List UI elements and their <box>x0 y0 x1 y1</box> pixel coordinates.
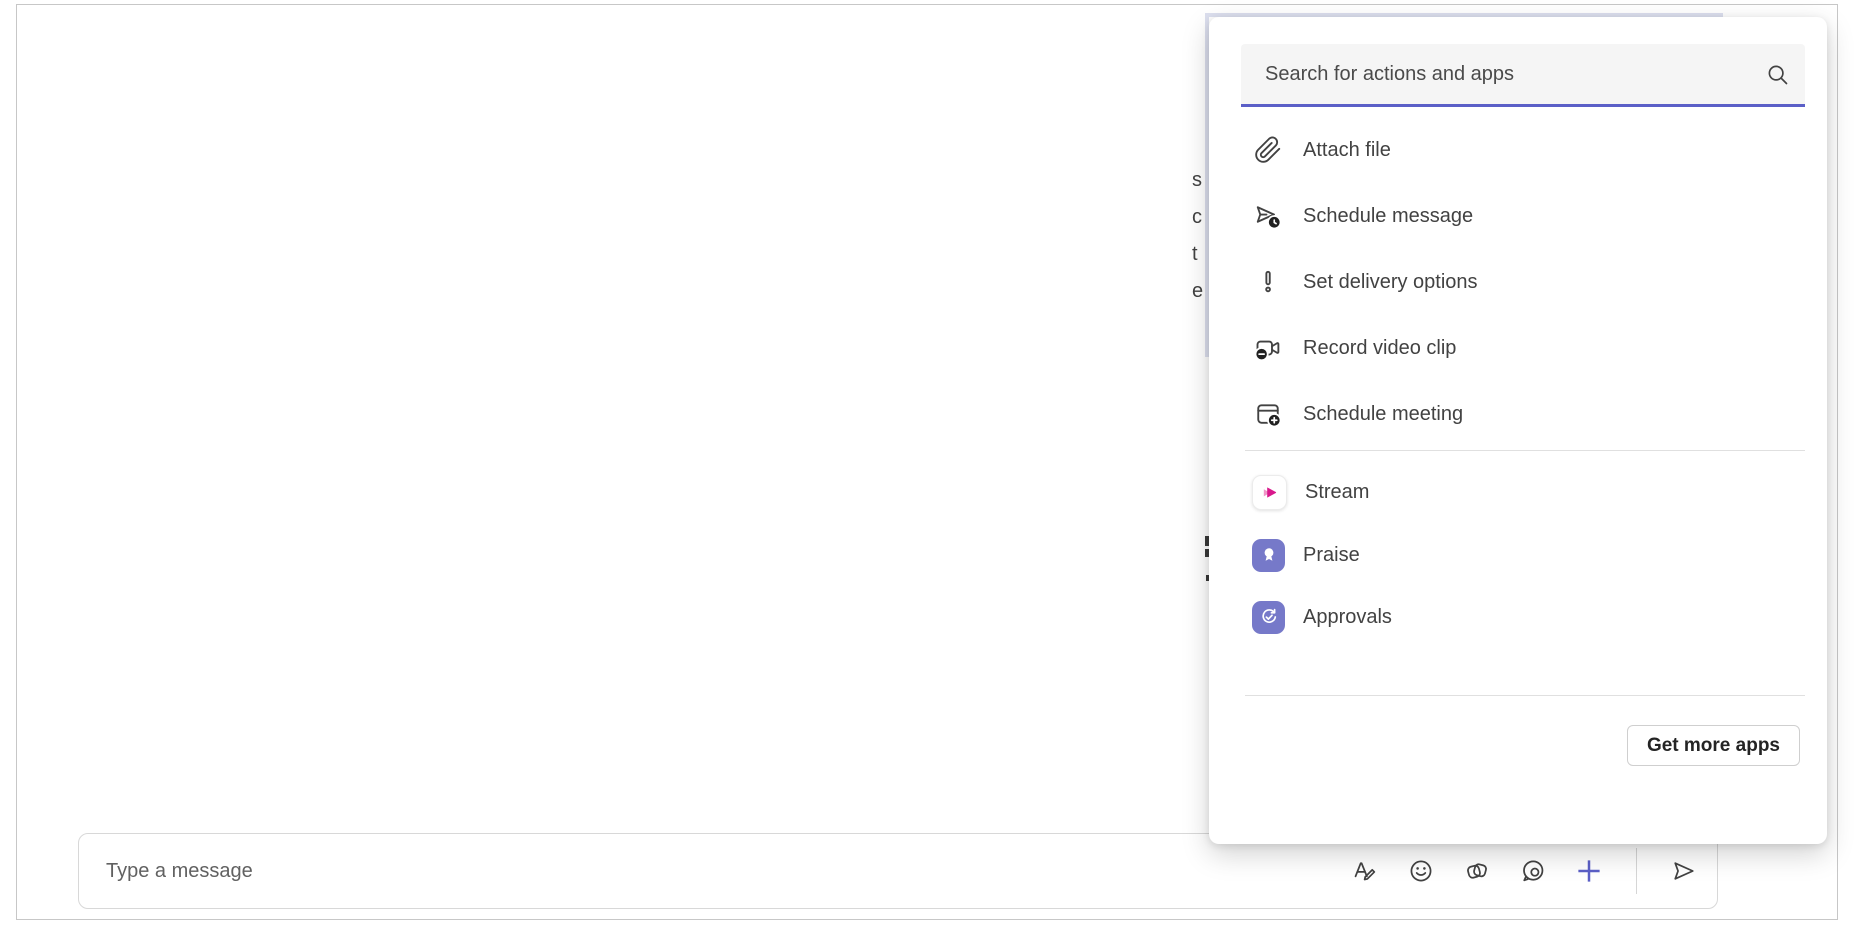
menu-item-set-delivery-options[interactable]: Set delivery options <box>1209 258 1827 306</box>
chat-bubble-icon <box>1519 857 1547 885</box>
plus-icon <box>1574 856 1604 886</box>
menu-item-attach-file[interactable]: Attach file <box>1209 126 1827 174</box>
menu-item-schedule-meeting[interactable]: Schedule meeting <box>1209 390 1827 438</box>
emoji-icon <box>1407 857 1435 885</box>
text-format-button[interactable] <box>1350 856 1380 886</box>
actions-apps-popup: Attach file Schedule message Set deliver… <box>1209 17 1827 844</box>
search-icon <box>1764 61 1791 88</box>
search-input[interactable] <box>1263 62 1764 87</box>
text-format-icon <box>1351 857 1379 885</box>
get-more-apps-button[interactable]: Get more apps <box>1627 725 1800 766</box>
compose-placeholder: Type a message <box>106 834 253 908</box>
app-item-label: Praise <box>1303 544 1360 567</box>
send-icon <box>1670 857 1698 885</box>
emoji-button[interactable] <box>1406 856 1436 886</box>
occluded-text-fragment: t <box>1192 241 1205 267</box>
schedule-meeting-icon <box>1251 397 1285 431</box>
menu-item-schedule-message[interactable]: Schedule message <box>1209 192 1827 240</box>
chat-extension-button[interactable] <box>1518 856 1548 886</box>
menu-item-label: Schedule message <box>1303 205 1473 228</box>
stream-app-icon <box>1252 475 1287 510</box>
occluded-text-fragment: c <box>1192 204 1205 230</box>
approvals-app-icon <box>1252 601 1285 634</box>
menu-item-label: Set delivery options <box>1303 271 1478 294</box>
praise-app-icon <box>1252 539 1285 572</box>
app-item-approvals[interactable]: Approvals <box>1209 593 1827 641</box>
loop-icon <box>1463 857 1491 885</box>
add-actions-button[interactable] <box>1574 856 1604 886</box>
popup-divider <box>1245 450 1805 451</box>
record-video-icon <box>1251 331 1285 365</box>
menu-item-label: Schedule meeting <box>1303 403 1463 426</box>
popup-divider <box>1245 695 1805 696</box>
send-button[interactable] <box>1669 856 1699 886</box>
app-item-praise[interactable]: Praise <box>1209 531 1827 579</box>
occluded-text-fragment: e <box>1192 278 1205 304</box>
menu-item-record-video-clip[interactable]: Record video clip <box>1209 324 1827 372</box>
menu-item-label: Attach file <box>1303 139 1391 162</box>
toolbar-divider <box>1636 848 1637 894</box>
occluded-text-fragment: s <box>1192 167 1205 193</box>
compose-toolbar <box>1350 834 1699 908</box>
message-compose-box[interactable]: Type a message <box>78 833 1718 909</box>
loop-component-button[interactable] <box>1462 856 1492 886</box>
menu-item-label: Record video clip <box>1303 337 1456 360</box>
delivery-options-icon <box>1251 265 1285 299</box>
app-item-stream[interactable]: Stream <box>1209 468 1827 516</box>
app-item-label: Approvals <box>1303 606 1392 629</box>
schedule-message-icon <box>1251 199 1285 233</box>
popup-search-field[interactable] <box>1241 44 1805 107</box>
attach-icon <box>1251 133 1285 167</box>
app-item-label: Stream <box>1305 481 1369 504</box>
